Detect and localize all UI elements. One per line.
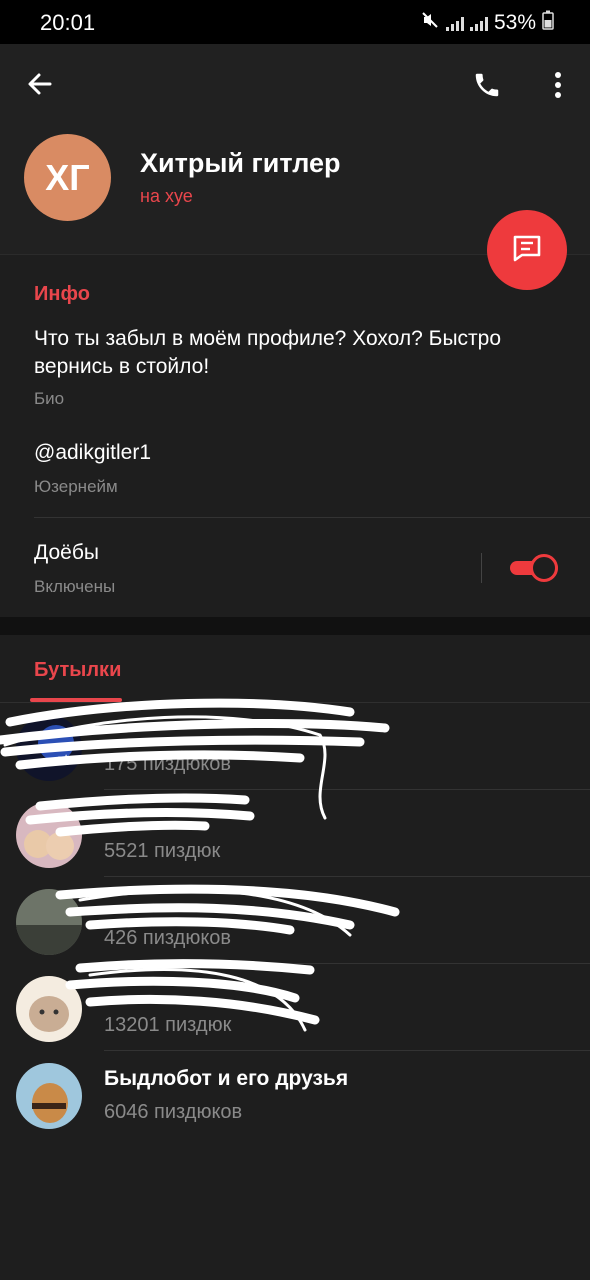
toggle-separator (481, 553, 482, 583)
profile-status: на хуе (140, 186, 193, 206)
signal-icon (445, 15, 464, 31)
profile-name: Хитрый гитлер (140, 148, 341, 178)
list-item[interactable]: st 175 пиздюков (0, 703, 590, 790)
list-item[interactable]: Быдлобот и его друзья 6046 пиздюков (0, 1051, 590, 1138)
group-count: 5521 пиздюк (104, 840, 221, 862)
section-gap (0, 617, 590, 635)
info-section: Инфо Что ты забыл в моём профиле? Хохол?… (0, 254, 590, 617)
username-label: Юзернейм (34, 477, 118, 496)
avatar[interactable]: ХГ (24, 134, 111, 221)
group-avatar (16, 889, 82, 955)
more-vert-icon[interactable] (550, 70, 566, 100)
svg-text:st: st (56, 752, 69, 769)
group-avatar (16, 1063, 82, 1129)
phone-icon[interactable] (472, 70, 502, 100)
mute-icon (420, 10, 440, 35)
message-button[interactable] (487, 210, 567, 290)
list-item[interactable]: 426 пиздюков (0, 877, 590, 964)
message-icon (510, 231, 544, 270)
tab-groups[interactable]: Бутылки (34, 659, 121, 682)
username-value[interactable]: @adikgitler1 (34, 441, 151, 465)
groups-section: Бутылки st 175 пиздюков 5521 пиздюк 426 … (0, 635, 590, 1280)
notifications-toggle[interactable] (510, 554, 558, 582)
battery-icon (542, 10, 554, 35)
status-bar: 20:01 53% (0, 0, 590, 44)
group-avatar: st (16, 715, 82, 781)
group-title: Быдлобот и его друзья (104, 1067, 349, 1090)
group-count: 426 пиздюков (104, 927, 232, 949)
battery-percent: 53% (493, 10, 536, 34)
bio-text: Что ты забыл в моём профиле? Хохол? Быст… (34, 327, 502, 378)
back-arrow-icon[interactable] (24, 68, 56, 100)
group-avatar (16, 976, 82, 1042)
notifications-state: Включены (34, 577, 116, 596)
group-count: 6046 пиздюков (104, 1101, 243, 1123)
status-icons: 53% (420, 10, 554, 35)
divider (34, 517, 590, 518)
signal-icon-2 (469, 15, 488, 31)
group-count: 175 пиздюков (104, 753, 232, 775)
group-count: 13201 пиздюк (104, 1014, 232, 1036)
group-avatar (16, 802, 82, 868)
list-item[interactable]: 5521 пиздюк (0, 790, 590, 877)
info-title: Инфо (34, 283, 90, 305)
list-item[interactable]: 13201 пиздюк (0, 964, 590, 1051)
bio-label: Био (34, 389, 65, 408)
status-time: 20:01 (40, 10, 96, 35)
notifications-title[interactable]: Доёбы (34, 541, 99, 565)
